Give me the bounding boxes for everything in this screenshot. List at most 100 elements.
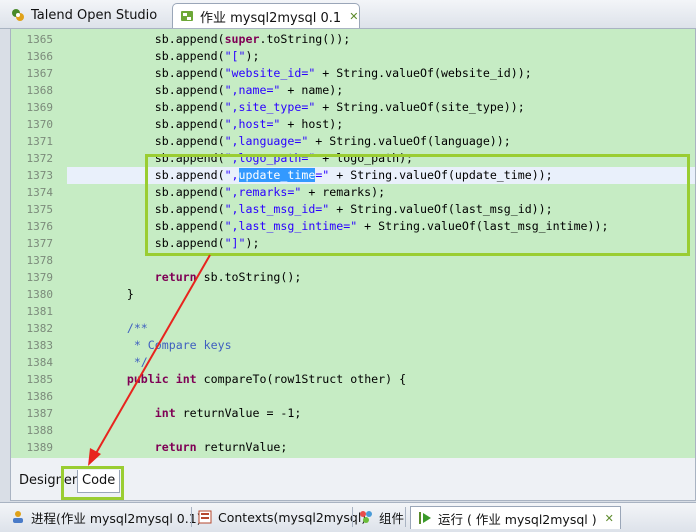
line-number: 1389 (26, 441, 54, 454)
tab-run[interactable]: 运行 ( 作业 mysql2mysql ) ✕ (410, 506, 621, 529)
code-line[interactable]: 1369 sb.append(",site_type=" + String.va… (11, 99, 695, 116)
code-line[interactable]: 1383 * Compare keys (11, 337, 695, 354)
line-number: 1375 (26, 203, 54, 216)
code-line[interactable]: 1380 } (11, 286, 695, 303)
process-icon (13, 511, 23, 523)
code-token: sb.append( (71, 168, 225, 182)
code-text: } (71, 286, 134, 303)
code-token: ",host=" (224, 117, 281, 131)
talend-studio-icon (12, 9, 24, 21)
code-token: returnValue = -1; (175, 406, 302, 420)
code-line[interactable]: 1367 sb.append("website_id=" + String.va… (11, 65, 695, 82)
line-number: 1378 (26, 254, 54, 267)
line-number: 1369 (26, 101, 54, 114)
code-token: compareTo(row1Struct other) { (196, 372, 407, 386)
code-line[interactable]: 1381 (11, 303, 695, 320)
code-token: sb.append( (71, 49, 225, 63)
code-token: */ (133, 355, 148, 369)
code-token: public (126, 372, 169, 386)
close-icon[interactable]: ✕ (349, 10, 358, 23)
code-token: sb.append( (71, 100, 225, 114)
line-number: 1368 (26, 84, 54, 97)
code-line[interactable]: 1389 return returnValue; (11, 439, 695, 456)
tab-components[interactable]: 组件 (358, 506, 404, 528)
code-text: */ (71, 354, 148, 371)
code-line[interactable]: 1382 /** (11, 320, 695, 337)
code-line[interactable]: 1371 sb.append(",language=" + String.val… (11, 133, 695, 150)
code-token: .toString()); (259, 32, 351, 46)
code-text: * Compare keys (71, 337, 232, 354)
code-token: int (175, 372, 197, 386)
line-number: 1385 (26, 373, 54, 386)
line-number: 1371 (26, 135, 54, 148)
code-token: sb.append( (71, 117, 225, 131)
code-line[interactable]: 1384 */ (11, 354, 695, 371)
code-token: sb.append( (71, 32, 225, 46)
tab-label: 作业 mysql2mysql 0.1 (200, 10, 342, 26)
line-number: 1383 (26, 339, 54, 352)
code-line[interactable]: 1385 public int compareTo(row1Struct oth… (11, 371, 695, 388)
code-line[interactable]: 1379 return sb.toString(); (11, 269, 695, 286)
code-line[interactable]: 1386 (11, 388, 695, 405)
tab-label: 进程(作业 mysql2mysql 0.1) (31, 510, 202, 526)
code-text: /** (71, 320, 148, 337)
code-line[interactable]: 1387 int returnValue = -1; (11, 405, 695, 422)
code-token: "[" (224, 49, 246, 63)
code-line[interactable]: 1368 sb.append(",name=" + name); (11, 82, 695, 99)
code-token: ",site_type=" (224, 100, 316, 114)
code-line[interactable]: 1366 sb.append("["); (11, 48, 695, 65)
code-token: + host); (280, 117, 344, 131)
line-number: 1386 (26, 390, 54, 403)
code-line[interactable]: 1370 sb.append(",host=" + host); (11, 116, 695, 133)
code-token: sb.append( (71, 134, 225, 148)
tab-talend-open-studio[interactable]: Talend Open Studio (4, 3, 174, 27)
selected-text: update_time (238, 168, 316, 182)
editor-tab-bar: Talend Open Studio 作业 mysql2mysql 0.1 ✕ (0, 0, 696, 29)
line-number: 1382 (26, 322, 54, 335)
code-token: int (154, 406, 176, 420)
tab-process[interactable]: 进程(作业 mysql2mysql 0.1) (10, 506, 202, 528)
code-token: return (154, 270, 197, 284)
line-number: 1376 (26, 220, 54, 233)
code-token: super (224, 32, 260, 46)
code-text: sb.append("["); (71, 48, 260, 65)
line-number: 1374 (26, 186, 54, 199)
code-text: sb.append(",update_time=" + String.value… (71, 167, 553, 184)
code-token: returnValue; (196, 440, 288, 454)
line-number: 1367 (26, 67, 54, 80)
line-number: 1384 (26, 356, 54, 369)
code-token: + String.valueOf(language)); (308, 134, 511, 148)
contexts-icon (198, 510, 212, 524)
code-token: sb.append( (71, 66, 225, 80)
line-number: 1380 (26, 288, 54, 301)
code-tab-highlight-box (61, 466, 124, 500)
tab-label: Contexts(mysql2mysql) (218, 509, 367, 525)
code-token: ", (224, 168, 239, 182)
code-token: =" (315, 168, 330, 182)
close-icon[interactable]: ✕ (605, 512, 614, 525)
run-icon (419, 512, 431, 524)
line-number: 1381 (26, 305, 54, 318)
code-text: return returnValue; (71, 439, 288, 456)
tab-label: 运行 ( 作业 mysql2mysql ) (438, 511, 597, 527)
code-token: return (154, 440, 197, 454)
code-text: sb.append(",language=" + String.valueOf(… (71, 133, 511, 150)
tab-contexts[interactable]: Contexts(mysql2mysql) (197, 506, 366, 528)
line-number: 1365 (26, 33, 54, 46)
code-line[interactable]: 1365 sb.append(super.toString()); (11, 31, 695, 48)
code-token: + String.valueOf(website_id)); (315, 66, 532, 80)
line-number: 1372 (26, 152, 54, 165)
code-token: * Compare keys (133, 338, 232, 352)
code-text: sb.append(",host=" + host); (71, 116, 343, 133)
code-line[interactable]: 1388 (11, 422, 695, 439)
code-text: sb.append(",name=" + name); (71, 82, 343, 99)
tab-job-mysql2mysql[interactable]: 作业 mysql2mysql 0.1 ✕ (172, 3, 360, 28)
job-icon (181, 11, 193, 21)
